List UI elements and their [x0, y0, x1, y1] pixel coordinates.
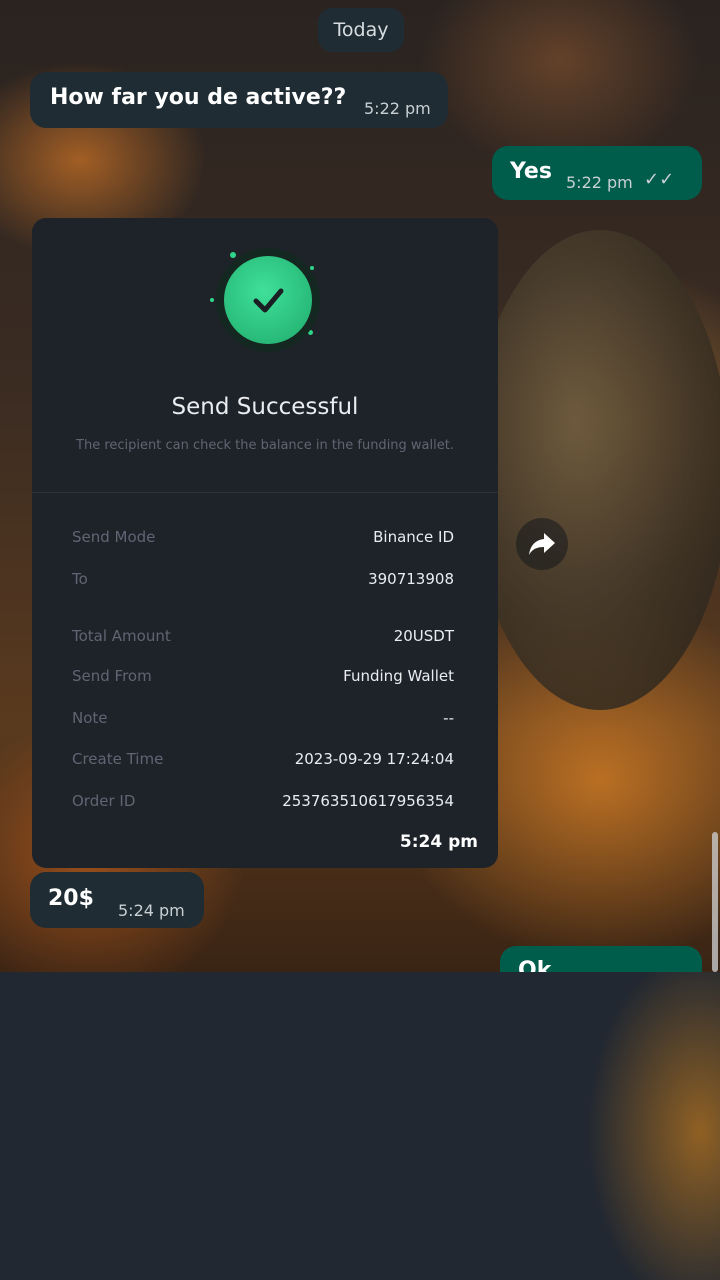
message-bubble-outgoing[interactable]: Ok [500, 946, 702, 972]
message-time: 5:24 pm [399, 832, 478, 852]
transfer-receipt-card[interactable]: Send Successful The recipient can check … [32, 218, 498, 868]
message-bubble-incoming[interactable]: How far you de active?? 5:22 pm [30, 72, 448, 128]
sparkle-decoration [230, 252, 236, 258]
send-mode-value: Binance ID [373, 528, 454, 546]
create-time-label: Create Time [72, 750, 164, 768]
message-bubble-outgoing[interactable]: Yes 5:22 pm ✓✓ [492, 146, 702, 200]
sparkle-decoration [310, 266, 314, 270]
receipt-subtitle: The recipient can check the balance in t… [76, 438, 454, 453]
blurred-background-area [0, 972, 720, 1280]
message-text: Yes [510, 159, 552, 184]
double-check-icon: ✓✓ [644, 169, 675, 190]
order-id-value: 253763510617956354 [282, 792, 454, 810]
to-value: 390713908 [368, 570, 454, 588]
note-value: -- [443, 709, 454, 727]
total-amount-label: Total Amount [72, 627, 171, 645]
message-text: How far you de active?? [50, 85, 347, 110]
message-time: 5:24 pm [118, 901, 185, 920]
total-amount-value: 20USDT [393, 627, 454, 645]
forward-button[interactable] [516, 518, 568, 570]
create-time-value: 2023-09-29 17:24:04 [294, 750, 454, 768]
message-bubble-incoming[interactable]: 20$ 5:24 pm [30, 872, 204, 928]
order-id-label: Order ID [72, 792, 136, 810]
sparkle-decoration [308, 330, 313, 335]
send-from-label: Send From [72, 667, 152, 685]
receipt-title: Send Successful [171, 394, 359, 420]
to-label: To [72, 570, 88, 588]
message-text: Ok [518, 958, 552, 972]
background-coin-image [470, 230, 720, 710]
message-text: 20$ [48, 886, 94, 911]
forward-arrow-icon [529, 533, 555, 555]
date-separator: Today [318, 8, 404, 52]
check-circle-icon [224, 256, 312, 344]
message-time: 5:22 pm [566, 173, 633, 192]
chat-background: Today How far you de active?? 5:22 pm Ye… [0, 0, 720, 972]
scrollbar-thumb[interactable] [712, 832, 718, 972]
receipt-divider [32, 492, 498, 493]
note-label: Note [72, 709, 108, 727]
send-mode-label: Send Mode [72, 528, 156, 546]
sparkle-decoration [210, 298, 214, 302]
message-time: 5:22 pm [364, 99, 431, 118]
send-from-value: Funding Wallet [343, 667, 454, 685]
